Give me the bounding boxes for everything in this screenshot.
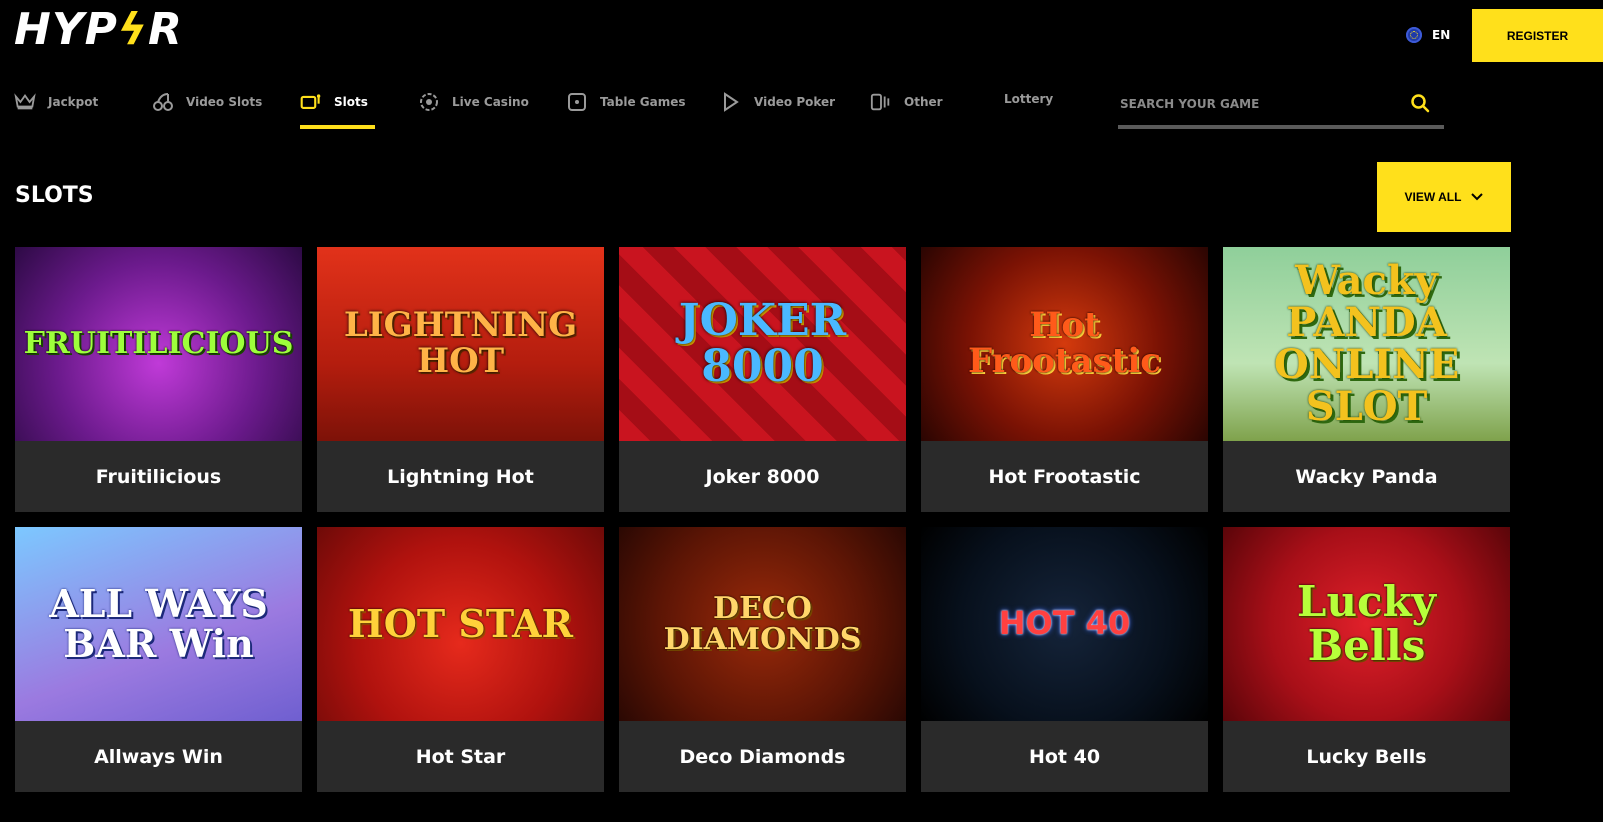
slot-machine-icon (300, 92, 322, 112)
nav-label: Other (904, 95, 943, 109)
nav-item-table-games[interactable]: Table Games (566, 88, 686, 116)
chip-icon (418, 92, 440, 112)
nav-item-video-slots[interactable]: Video Slots (152, 88, 262, 116)
nav-item-lottery[interactable]: Lottery (1004, 85, 1053, 113)
eu-flag-icon (1406, 27, 1422, 43)
game-art-title: Wacky PANDA ONLINE SLOT (1273, 257, 1460, 430)
game-card[interactable]: JOKER 8000 Joker 8000 (619, 247, 906, 512)
game-card[interactable]: FRUITILICIOUS Fruitilicious (15, 247, 302, 512)
hyper-logo[interactable]: HYP ϟ R (14, 3, 183, 55)
game-thumbnail: DECO DIAMONDS (619, 527, 906, 721)
nav-label: Live Casino (452, 95, 529, 109)
register-button[interactable]: REGISTER (1472, 9, 1603, 62)
view-all-label: VIEW ALL (1404, 190, 1462, 204)
nav-item-slots[interactable]: Slots (300, 88, 368, 116)
crown-icon (14, 92, 36, 112)
nav-label: Video Slots (186, 95, 263, 109)
table-icon (566, 92, 588, 112)
language-label: EN (1432, 28, 1451, 42)
game-title: Lucky Bells (1306, 745, 1427, 768)
nav-label: Video Poker (754, 95, 836, 109)
play-icon (720, 92, 742, 112)
other-icon (870, 92, 892, 112)
nav-label: Jackpot (48, 95, 99, 109)
nav-label: Slots (334, 95, 368, 109)
game-thumbnail: Lucky Bells (1223, 527, 1510, 721)
nav-item-video-poker[interactable]: Video Poker (720, 88, 835, 116)
section-title: SLOTS (15, 183, 94, 208)
game-art-title: JOKER 8000 (678, 294, 847, 392)
game-title: Hot Star (415, 745, 506, 768)
game-thumbnail: HOT 40 (921, 527, 1208, 721)
nav-item-live-casino[interactable]: Live Casino (418, 88, 529, 116)
game-card[interactable]: HOT 40 Hot 40 (921, 527, 1208, 792)
game-art-title: HOT STAR (347, 601, 574, 647)
game-thumbnail: LIGHTNING HOT (317, 247, 604, 441)
logo-text-b: R (147, 3, 183, 55)
game-thumbnail: JOKER 8000 (619, 247, 906, 441)
game-title: Wacky Panda (1295, 465, 1438, 488)
nav-item-other[interactable]: Other (870, 88, 943, 116)
game-card[interactable]: Wacky PANDA ONLINE SLOT Wacky Panda (1223, 247, 1510, 512)
game-card[interactable]: Lucky Bells Lucky Bells (1223, 527, 1510, 792)
logo-text-a: HYP (14, 3, 118, 55)
game-title: Hot Frootastic (988, 465, 1141, 488)
game-thumbnail: ALL WAYS BAR Win (15, 527, 302, 721)
game-card[interactable]: Hot Frootastic Hot Frootastic (921, 247, 1208, 512)
search-input[interactable] (1118, 86, 1412, 122)
game-title: Lightning Hot (387, 465, 534, 488)
nav-item-jackpot[interactable]: Jackpot (14, 88, 98, 116)
chevron-down-icon (1471, 190, 1484, 204)
game-art-title: FRUITILICIOUS (23, 326, 294, 362)
active-tab-indicator (300, 125, 375, 129)
nav-label: Lottery (1004, 92, 1054, 106)
game-card[interactable]: ALL WAYS BAR Win Allways Win (15, 527, 302, 792)
game-art-title: Hot Frootastic (967, 305, 1161, 381)
game-art-title: HOT 40 (998, 604, 1131, 643)
game-thumbnail: HOT STAR (317, 527, 604, 721)
game-card[interactable]: DECO DIAMONDS Deco Diamonds (619, 527, 906, 792)
view-all-button[interactable]: VIEW ALL (1377, 162, 1511, 232)
game-art-title: Lucky Bells (1296, 576, 1437, 670)
cherries-icon (152, 92, 174, 112)
game-title: Deco Diamonds (679, 745, 846, 768)
game-grid: FRUITILICIOUS Fruitilicious LIGHTNING HO… (15, 247, 1512, 792)
game-card[interactable]: HOT STAR Hot Star (317, 527, 604, 792)
game-art-title: ALL WAYS BAR Win (49, 581, 268, 666)
nav-label: Table Games (600, 95, 686, 109)
game-title: Fruitilicious (95, 465, 222, 488)
game-thumbnail: Hot Frootastic (921, 247, 1208, 441)
game-title: Hot 40 (1028, 745, 1101, 768)
language-selector[interactable]: EN (1406, 27, 1450, 43)
game-title: Joker 8000 (705, 465, 820, 488)
game-card[interactable]: LIGHTNING HOT Lightning Hot (317, 247, 604, 512)
game-thumbnail: Wacky PANDA ONLINE SLOT (1223, 247, 1510, 441)
game-art-title: DECO DIAMONDS (663, 590, 862, 657)
search-icon[interactable] (1410, 93, 1430, 117)
search-underline (1118, 125, 1444, 129)
game-search (1118, 86, 1444, 130)
logo-bolt: ϟ (117, 3, 148, 55)
game-thumbnail: FRUITILICIOUS (15, 247, 302, 441)
game-art-title: LIGHTNING HOT (343, 305, 578, 381)
game-title: Allways Win (94, 745, 223, 768)
